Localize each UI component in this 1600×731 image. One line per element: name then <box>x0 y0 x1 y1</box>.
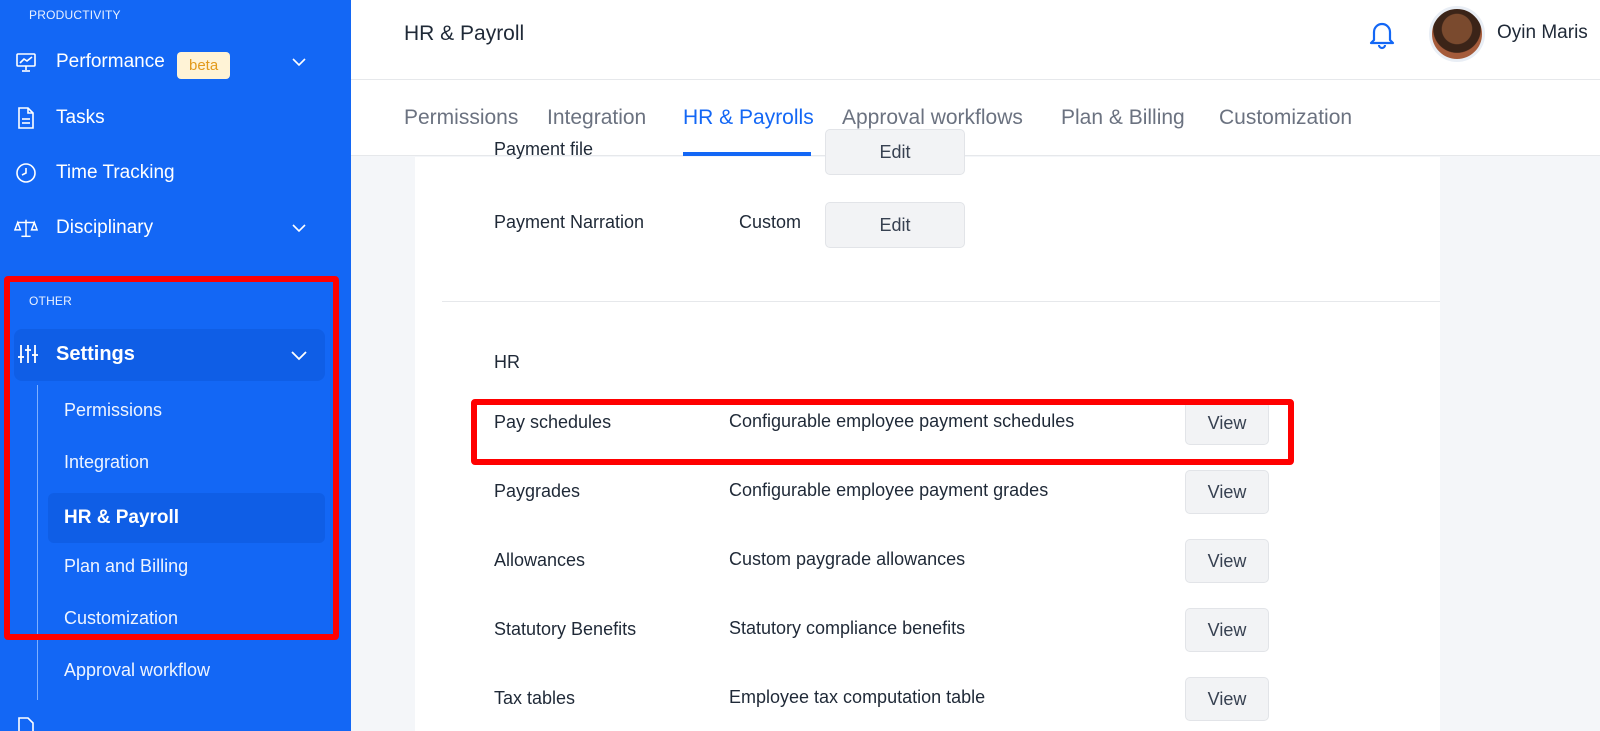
sidebar-item-partial[interactable] <box>0 706 351 731</box>
sidebar-subitem-plan-billing[interactable]: Plan and Billing <box>64 556 188 577</box>
table-row-label: Allowances <box>494 550 586 570</box>
clock-icon <box>14 161 38 185</box>
view-statutory-benefits-button[interactable]: View <box>1185 608 1269 652</box>
beta-badge: beta <box>177 52 231 79</box>
table-row-description: Employee tax computation table <box>729 687 986 707</box>
active-tab-indicator <box>683 152 811 156</box>
chevron-down-icon[interactable] <box>290 53 308 71</box>
avatar[interactable] <box>1429 6 1485 62</box>
view-paygrades-button[interactable]: View <box>1185 470 1269 514</box>
table-row-label: Pay schedules <box>494 412 612 432</box>
view-pay-schedules-button[interactable]: View <box>1185 401 1269 445</box>
scale-icon <box>14 216 38 240</box>
table-row-description: Configurable employee payment schedules <box>729 411 1075 431</box>
sidebar-item-time-tracking[interactable]: Time Tracking <box>0 151 351 195</box>
hr-payroll-settings-card: Payment file Edit Payment Narration Cust… <box>415 129 1440 731</box>
section-label-other: OTHER <box>29 294 72 308</box>
tab-plan-billing[interactable]: Plan & Billing <box>1061 106 1185 130</box>
sidebar-item-label: Tasks <box>56 107 105 128</box>
sidebar-subitem-label: HR & Payroll <box>64 507 180 528</box>
sidebar-item-label: Disciplinary <box>56 217 154 238</box>
payment-file-label: Payment file <box>494 139 594 159</box>
table-row-description: Statutory compliance benefits <box>729 618 966 638</box>
section-divider <box>442 301 1440 302</box>
sidebar-item-performance[interactable]: Performance beta <box>0 40 351 84</box>
sidebar-item-tasks[interactable]: Tasks <box>0 96 351 140</box>
presentation-chart-icon <box>14 50 38 74</box>
edit-payment-file-button[interactable]: Edit <box>825 129 965 175</box>
sidebar-subitem-customization[interactable]: Customization <box>64 608 178 629</box>
payment-narration-value: Custom <box>739 212 802 232</box>
view-allowances-button[interactable]: View <box>1185 539 1269 583</box>
edit-payment-narration-button[interactable]: Edit <box>825 202 965 248</box>
top-header: HR & Payroll Oyin Maris <box>351 0 1600 80</box>
sidebar-item-settings[interactable]: Settings <box>14 329 325 381</box>
sidebar-subitem-hr-payroll[interactable]: HR & Payroll <box>48 493 325 543</box>
sidebar-item-disciplinary[interactable]: Disciplinary <box>0 206 351 250</box>
submenu-guide-line <box>37 385 38 700</box>
tab-permissions[interactable]: Permissions <box>404 106 518 130</box>
sidebar-item-label: Settings <box>56 343 135 365</box>
tab-hr-payrolls[interactable]: HR & Payrolls <box>683 106 814 130</box>
section-label-productivity: PRODUCTIVITY <box>29 8 121 22</box>
hr-section-label: HR <box>494 352 520 372</box>
chevron-down-icon[interactable] <box>289 345 309 365</box>
user-name[interactable]: Oyin Maris <box>1497 22 1588 44</box>
table-row-description: Configurable employee payment grades <box>729 480 1049 500</box>
document-icon <box>14 716 38 731</box>
sidebar-subitem-integration[interactable]: Integration <box>64 452 149 473</box>
table-row-label: Paygrades <box>494 481 581 501</box>
sidebar-subitem-approval-workflow[interactable]: Approval workflow <box>64 660 210 681</box>
bell-icon[interactable] <box>1367 18 1397 50</box>
page-title: HR & Payroll <box>404 22 525 45</box>
sidebar-item-label: Time Tracking <box>56 162 175 183</box>
tab-integration[interactable]: Integration <box>547 106 646 130</box>
table-row-description: Custom paygrade allowances <box>729 549 966 569</box>
tab-customization[interactable]: Customization <box>1219 106 1352 130</box>
payment-narration-label: Payment Narration <box>494 212 645 232</box>
sliders-icon <box>17 343 39 365</box>
chevron-down-icon[interactable] <box>290 219 308 237</box>
tab-approval-workflows[interactable]: Approval workflows <box>842 106 1023 130</box>
document-icon <box>14 106 38 130</box>
sidebar-subitem-permissions[interactable]: Permissions <box>64 400 162 421</box>
sidebar-item-label: Performance <box>56 51 165 72</box>
table-row-label: Tax tables <box>494 688 576 708</box>
table-row-label: Statutory Benefits <box>494 619 637 639</box>
view-tax-tables-button[interactable]: View <box>1185 677 1269 721</box>
sidebar: PRODUCTIVITY Performance beta Tasks Time… <box>0 0 351 731</box>
